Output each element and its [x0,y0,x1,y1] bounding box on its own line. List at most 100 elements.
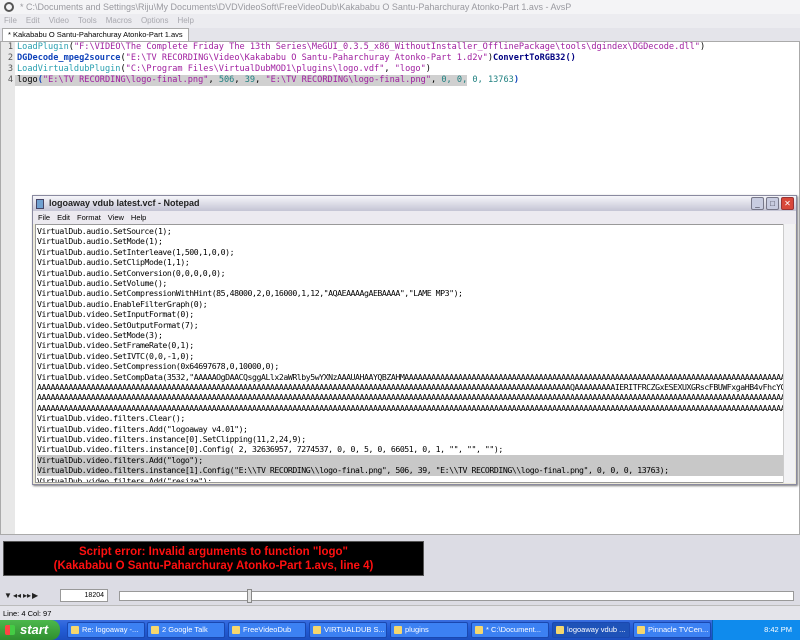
notepad-icon [36,199,44,209]
app-icon [637,626,645,634]
notepad-line: VirtualDub.audio.SetCompressionWithHint(… [37,288,463,299]
notepad-line: VirtualDub.audio.EnableFilterGraph(0); [37,298,208,309]
paren: ) [699,42,706,52]
number-arg: 39 [244,75,256,85]
menu-options[interactable]: Options [141,16,169,25]
title-bar: * C:\Documents and Settings\Riju\My Docu… [0,0,800,14]
separator: , [255,75,266,85]
notepad-line: VirtualDub.audio.SetClipMode(1,1); [37,257,190,268]
app-icon [71,626,79,634]
number-args: 0, 0, 0, 13763 [441,75,514,85]
taskbar-item[interactable]: 2 Google Talk [147,622,225,638]
function-name: logo [17,75,38,85]
notepad-line: AAAAAAAAAAAAAAAAAAAAAAAAAAAAAAAAAAAAAAAA… [37,402,784,413]
line-number: 4 [7,75,13,85]
notepad-line: VirtualDub.video.filters.Add("logo"); [37,454,783,466]
taskbar-item[interactable]: plugins [390,622,468,638]
separator: , [384,64,395,74]
status-bar: Line: 4 Col: 97 [0,605,800,620]
code-line-2: 2 DGDecode_mpeg2source("E:\TV RECORDING\V… [1,53,576,64]
taskbar-item[interactable]: logoaway vdub ... [552,622,630,638]
menu-bar: File Edit Video Tools Macros Options Help [0,14,800,28]
taskbar-item[interactable]: VIRTUALDUB S... [309,622,387,638]
notepad-menu-edit[interactable]: Edit [57,213,70,222]
taskbar: start Re: logoaway -... 2 Google Talk Free… [0,620,800,640]
separator: , [208,75,219,85]
taskbar-item-label: Pinnacle TVCen... [648,625,709,634]
app-icon [151,626,159,634]
notepad-line: VirtualDub.video.SetFrameRate(0,1); [37,340,194,351]
taskbar-item-label: plugins [405,625,429,634]
notepad-menu-file[interactable]: File [38,213,50,222]
notepad-line: VirtualDub.video.SetMode(3); [37,330,163,340]
app-icon [313,626,321,634]
separator: , [431,75,442,85]
slider-thumb[interactable] [247,589,253,603]
notepad-line: VirtualDub.video.SetCompression(0x646976… [37,361,279,372]
menu-tools[interactable]: Tools [78,16,97,25]
notepad-menu-view[interactable]: View [108,213,124,222]
paren: ) [425,64,431,74]
string-arg: "E:\TV RECORDING\logo-final.png" [42,75,209,85]
taskbar-item-label: 2 Google Talk [162,625,208,634]
paren: ) [513,75,519,85]
close-button[interactable]: ✕ [781,197,794,210]
menu-edit[interactable]: Edit [26,16,40,25]
play-icon[interactable]: ▶ [32,591,38,600]
notepad-line: VirtualDub.video.SetOutputFormat(7); [37,319,199,330]
notepad-line: AAAAAAAAAAAAAAAAAAAAAAAAAAAAAAAAAAAAAAAA… [37,382,784,392]
notepad-line: VirtualDub.video.SetInputFormat(0); [37,309,194,320]
notepad-menu-format[interactable]: Format [77,213,101,222]
menu-file[interactable]: File [4,16,17,25]
string-arg: "logo" [394,64,426,74]
taskbar-item-label: * C:\Document... [486,625,542,634]
next-frame-icon[interactable]: ▸▸ [23,591,31,600]
notepad-line: VirtualDub.video.filters.instance[0].Con… [37,444,503,455]
frame-number-input[interactable]: 18204 [60,589,108,602]
notepad-text-area[interactable]: VirtualDub.audio.SetSource(1); VirtualDub… [35,224,784,483]
taskbar-item-label: FreeVideoDub [243,625,292,634]
notepad-vertical-scrollbar[interactable] [783,224,795,483]
taskbar-item[interactable]: Re: logoaway -... [67,622,145,638]
function-name: LoadPlugin [17,42,69,52]
preview-panel: Script error: Invalid arguments to funct… [0,535,800,588]
string-arg: "E:\TV RECORDING\Video\Kakababu O Santu-… [125,53,488,63]
error-location: (Kakababu O Santu-Paharchuray Atonko-Par… [53,560,374,572]
windows-logo-icon [5,625,15,635]
maximize-button[interactable]: □ [766,197,779,210]
notepad-line: VirtualDub.audio.SetConversion(0,0,0,0,0… [37,267,226,278]
function-name: LoadVirtualdubPlugin [17,64,121,74]
notepad-line: VirtualDub.video.SetCompData(3532,"AAAAA… [37,371,784,382]
notepad-menu-bar: File Edit Format View Help [33,211,796,224]
line-number: 1 [7,42,13,52]
paren: () [565,53,576,63]
taskbar-item-label: Re: logoaway -... [82,625,139,634]
menu-video[interactable]: Video [49,16,69,25]
taskbar-item[interactable]: FreeVideoDub [228,622,306,638]
function-name: DGDecode_mpeg2source [17,53,121,63]
line-number: 3 [7,64,13,74]
minimize-button[interactable]: _ [751,197,764,210]
app-icon [232,626,240,634]
frame-slider[interactable] [119,589,794,603]
code-line-4: 4 logo("E:\TV RECORDING\logo-final.png", … [1,75,519,86]
notepad-line: VirtualDub.video.filters.Add("resize"); [37,475,212,483]
string-arg: "F:\VIDEO\The Complete Friday The 13th S… [73,42,700,52]
app-icon [394,626,402,634]
system-tray: 8:42 PM [712,620,800,640]
notepad-line: VirtualDub.video.filters.Add("logoaway v… [37,423,248,434]
tab-script[interactable]: * Kakababu O Santu-Paharchuray Atonko-Pa… [2,28,189,41]
notepad-title-bar[interactable]: logoaway vdub latest.vcf - Notepad [33,196,796,211]
taskbar-item[interactable]: * C:\Document... [471,622,549,638]
toggle-preview-icon[interactable]: ▼ [4,591,12,600]
notepad-line: VirtualDub.audio.SetVolume(); [37,278,167,288]
prev-frame-icon[interactable]: ◂◂ [13,591,21,600]
script-error-box: Script error: Invalid arguments to funct… [3,541,424,576]
menu-help[interactable]: Help [178,16,194,25]
notepad-menu-help[interactable]: Help [131,213,146,222]
function-name: ConvertToRGB32 [493,53,566,63]
menu-macros[interactable]: Macros [106,16,132,25]
taskbar-item-label: VIRTUALDUB S... [324,625,385,634]
notepad-line: VirtualDub.video.SetIVTC(0,0,-1,0); [37,350,194,361]
taskbar-item[interactable]: Pinnacle TVCen... [633,622,711,638]
